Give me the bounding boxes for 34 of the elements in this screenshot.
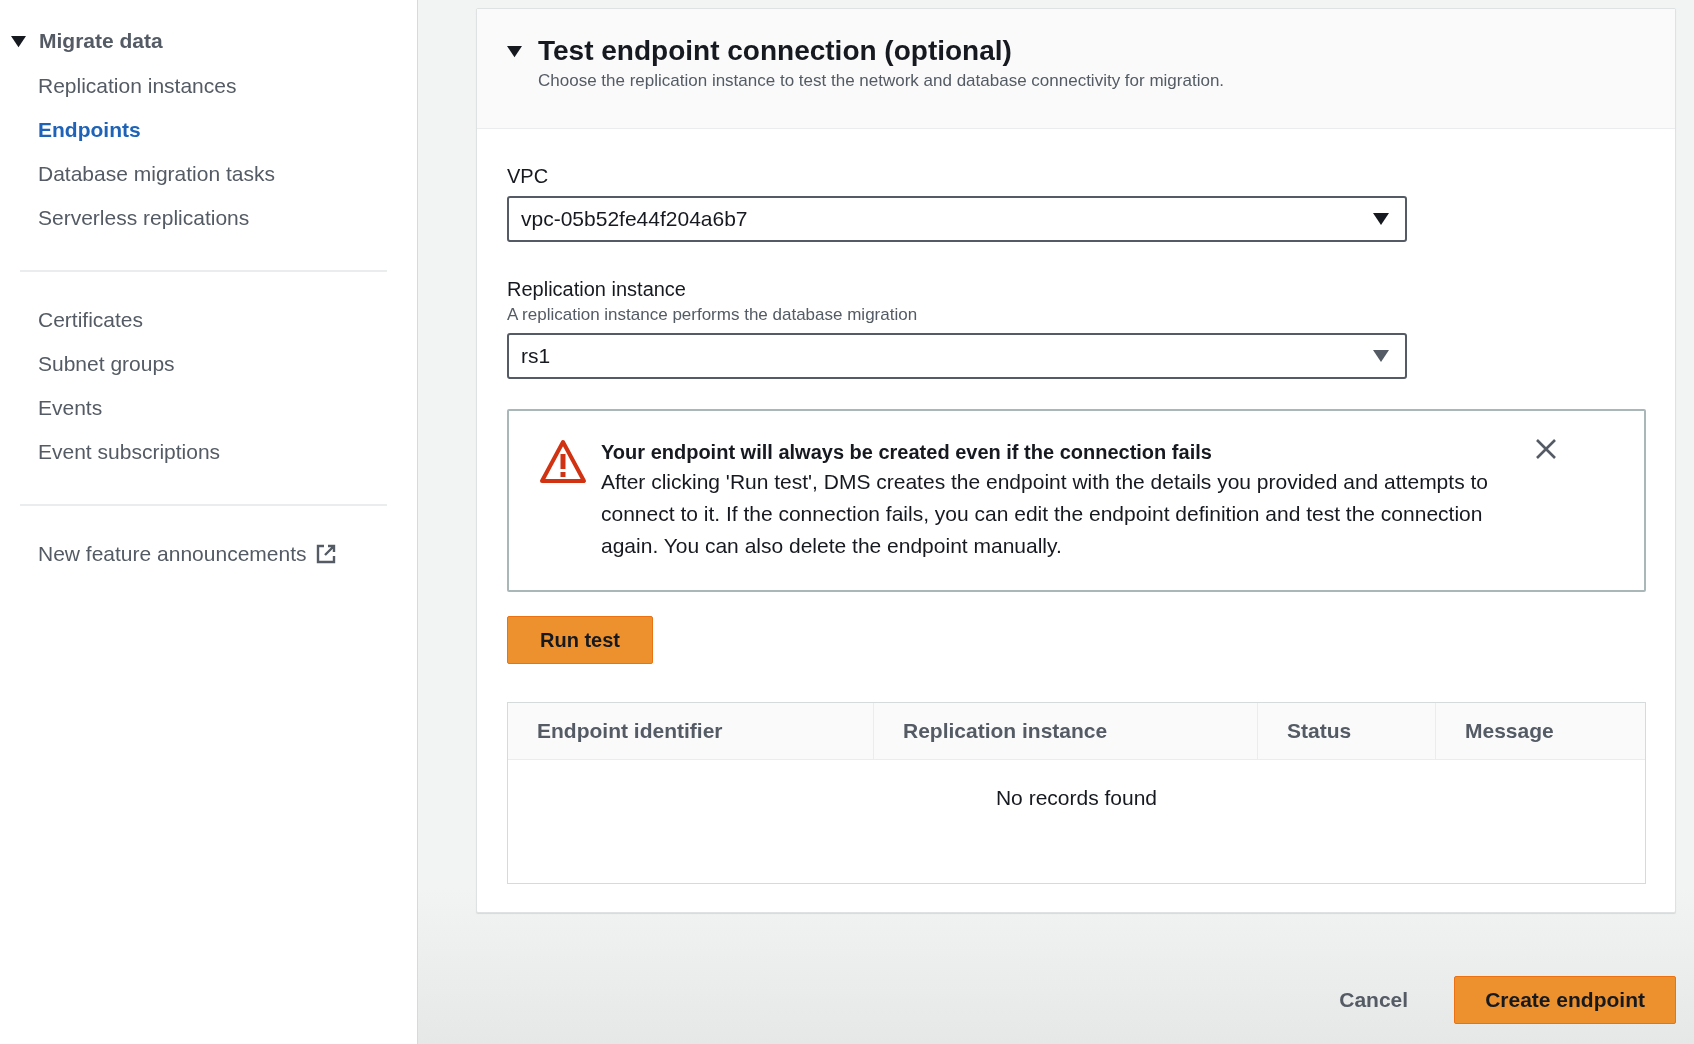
select-field[interactable]: rs1	[507, 333, 1407, 379]
create-endpoint-button[interactable]: Create endpoint	[1454, 976, 1676, 1024]
close-icon[interactable]	[1535, 438, 1557, 460]
column-header: Endpoint identifier	[537, 719, 723, 743]
field-hint: A replication instance performs the database migration	[507, 305, 919, 325]
nav-link[interactable]: Events	[38, 386, 103, 430]
alert-message: After clicking 'Run test', DMS creates the endpoint with the details you provided and attempts to connect to it. If the connection fails, you can edit the endpoint definition and test the connection again. You can also delete the endpoint manually.	[601, 469, 1489, 559]
nav-link[interactable]: Replication instances	[38, 64, 237, 108]
nav-link[interactable]: Serverless replications	[38, 196, 250, 240]
section-heading[interactable]: Migrate data	[39, 29, 163, 53]
column-header: Message	[1465, 719, 1554, 743]
select-field[interactable]: vpc-05b52fe44f204a6b7	[507, 196, 1407, 242]
nav-link[interactable]: Certificates	[38, 298, 144, 342]
empty-message: No records found	[995, 786, 1158, 811]
warning-icon	[539, 438, 587, 484]
panel-description: Choose the replication instance to test the network and database connectivity for migration.	[538, 71, 1226, 91]
field-label: VPC	[507, 164, 550, 189]
nav-link[interactable]: Subnet groups	[38, 342, 175, 386]
field-label: Replication instance	[507, 277, 687, 302]
nav-link[interactable]: Database migration tasks	[38, 152, 275, 196]
nav-link[interactable]: Event subscriptions	[38, 430, 221, 474]
panel-heading[interactable]: Test endpoint connection (optional)	[538, 35, 1012, 67]
external-link-icon	[314, 543, 337, 565]
cancel-button[interactable]: Cancel	[1323, 978, 1425, 1022]
dropdown-caret-icon	[1373, 213, 1389, 225]
nav-link[interactable]: New feature announcements	[38, 532, 337, 576]
dropdown-caret-icon	[1373, 350, 1389, 362]
collapse-caret-icon[interactable]	[507, 43, 522, 59]
collapse-caret-icon[interactable]	[11, 33, 26, 49]
column-header: Status	[1287, 719, 1352, 743]
run-test-button[interactable]: Run test	[507, 616, 653, 664]
alert-title: Your endpoint will always be created even if the connection fails	[601, 440, 1213, 465]
nav-link[interactable]: Endpoints	[38, 108, 141, 152]
column-header: Replication instance	[903, 719, 1108, 743]
